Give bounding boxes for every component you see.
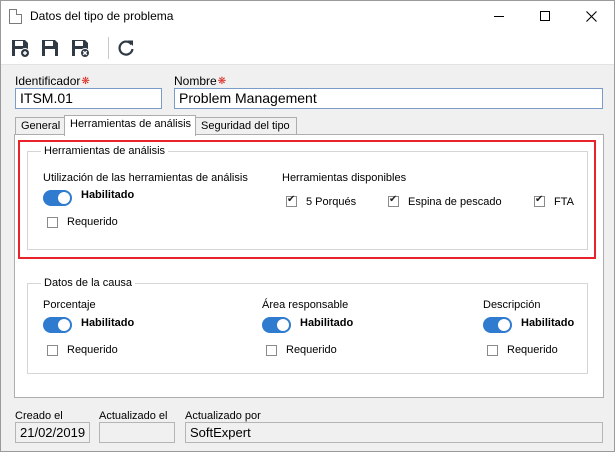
updated-label: Actualizado el	[99, 410, 168, 422]
cause-description-required-label: Requerido	[507, 344, 558, 356]
cause-percentage-required-label: Requerido	[67, 344, 118, 356]
cause-area-toggle[interactable]	[262, 317, 291, 333]
identifier-field[interactable]: ITSM.01	[15, 88, 162, 109]
maximize-icon	[540, 11, 550, 21]
required-marker: ❋	[81, 76, 90, 87]
maximize-button[interactable]	[522, 1, 568, 31]
window-title: Datos del tipo de problema	[30, 9, 174, 23]
tool-fta-checkbox[interactable]	[534, 194, 545, 207]
close-button[interactable]	[568, 1, 614, 31]
created-field: 21/02/2019	[15, 422, 90, 443]
updated-by-field: SoftExpert	[185, 422, 603, 443]
toolbar-separator	[108, 37, 109, 59]
required-marker: ❋	[217, 76, 227, 87]
cause-data-title: Datos de la causa	[41, 277, 136, 289]
tool-fishbone-label: Espina de pescado	[408, 196, 502, 208]
cause-area-enabled-label: Habilitado	[300, 317, 354, 329]
toolbar	[1, 31, 614, 65]
cause-description-label: Descripción	[483, 299, 541, 311]
cause-description-required-checkbox[interactable]	[487, 345, 498, 356]
tab-analysis-tools[interactable]: Herramientas de análisis	[64, 115, 196, 136]
close-icon	[585, 10, 597, 22]
name-field[interactable]: Problem Management	[174, 88, 603, 109]
cause-area-required-checkbox[interactable]	[266, 345, 277, 356]
analysis-required-checkbox[interactable]	[47, 217, 58, 228]
save-new-button[interactable]	[7, 35, 33, 61]
identifier-label: Identificador❋	[15, 74, 90, 88]
cause-percentage-enabled-label: Habilitado	[81, 317, 135, 329]
tool-5-whys-checkbox[interactable]	[286, 194, 297, 207]
cause-description-enabled-label: Habilitado	[521, 317, 575, 329]
analysis-usage-enabled-label: Habilitado	[81, 189, 135, 201]
dialog-window: Datos del tipo de problema Identificador…	[0, 0, 615, 452]
cause-description-toggle[interactable]	[483, 317, 512, 333]
cause-percentage-required-checkbox[interactable]	[47, 345, 58, 356]
save-button[interactable]	[37, 35, 63, 61]
tab-general[interactable]: General	[15, 117, 65, 135]
save-close-icon	[72, 40, 90, 58]
minimize-button[interactable]	[476, 1, 522, 31]
minimize-icon	[494, 15, 504, 17]
name-label: Nombre❋	[174, 74, 227, 88]
updated-field	[99, 422, 175, 443]
refresh-icon	[118, 40, 134, 56]
tool-fishbone-checkbox[interactable]	[388, 194, 399, 207]
cause-percentage-label: Porcentaje	[43, 299, 96, 311]
available-tools-label: Herramientas disponibles	[282, 172, 407, 184]
cause-percentage-toggle[interactable]	[43, 317, 72, 333]
document-icon	[9, 9, 22, 24]
title-bar: Datos del tipo de problema	[1, 1, 614, 31]
tab-type-security[interactable]: Seguridad del tipo	[195, 117, 297, 135]
cause-area-label: Área responsable	[262, 299, 349, 311]
tool-fta-label: FTA	[554, 196, 574, 208]
save-plus-icon	[12, 40, 30, 58]
refresh-button[interactable]	[113, 35, 139, 61]
save-icon	[42, 40, 58, 56]
analysis-usage-toggle[interactable]	[43, 190, 72, 206]
created-label: Creado el	[15, 410, 63, 422]
cause-area-required-label: Requerido	[286, 344, 337, 356]
updated-by-label: Actualizado por	[185, 410, 261, 422]
analysis-usage-label: Utilización de las herramientas de análi…	[43, 172, 248, 184]
save-close-button[interactable]	[67, 35, 93, 61]
analysis-required-label: Requerido	[67, 216, 118, 228]
tool-5-whys-label: 5 Porqués	[306, 196, 357, 208]
